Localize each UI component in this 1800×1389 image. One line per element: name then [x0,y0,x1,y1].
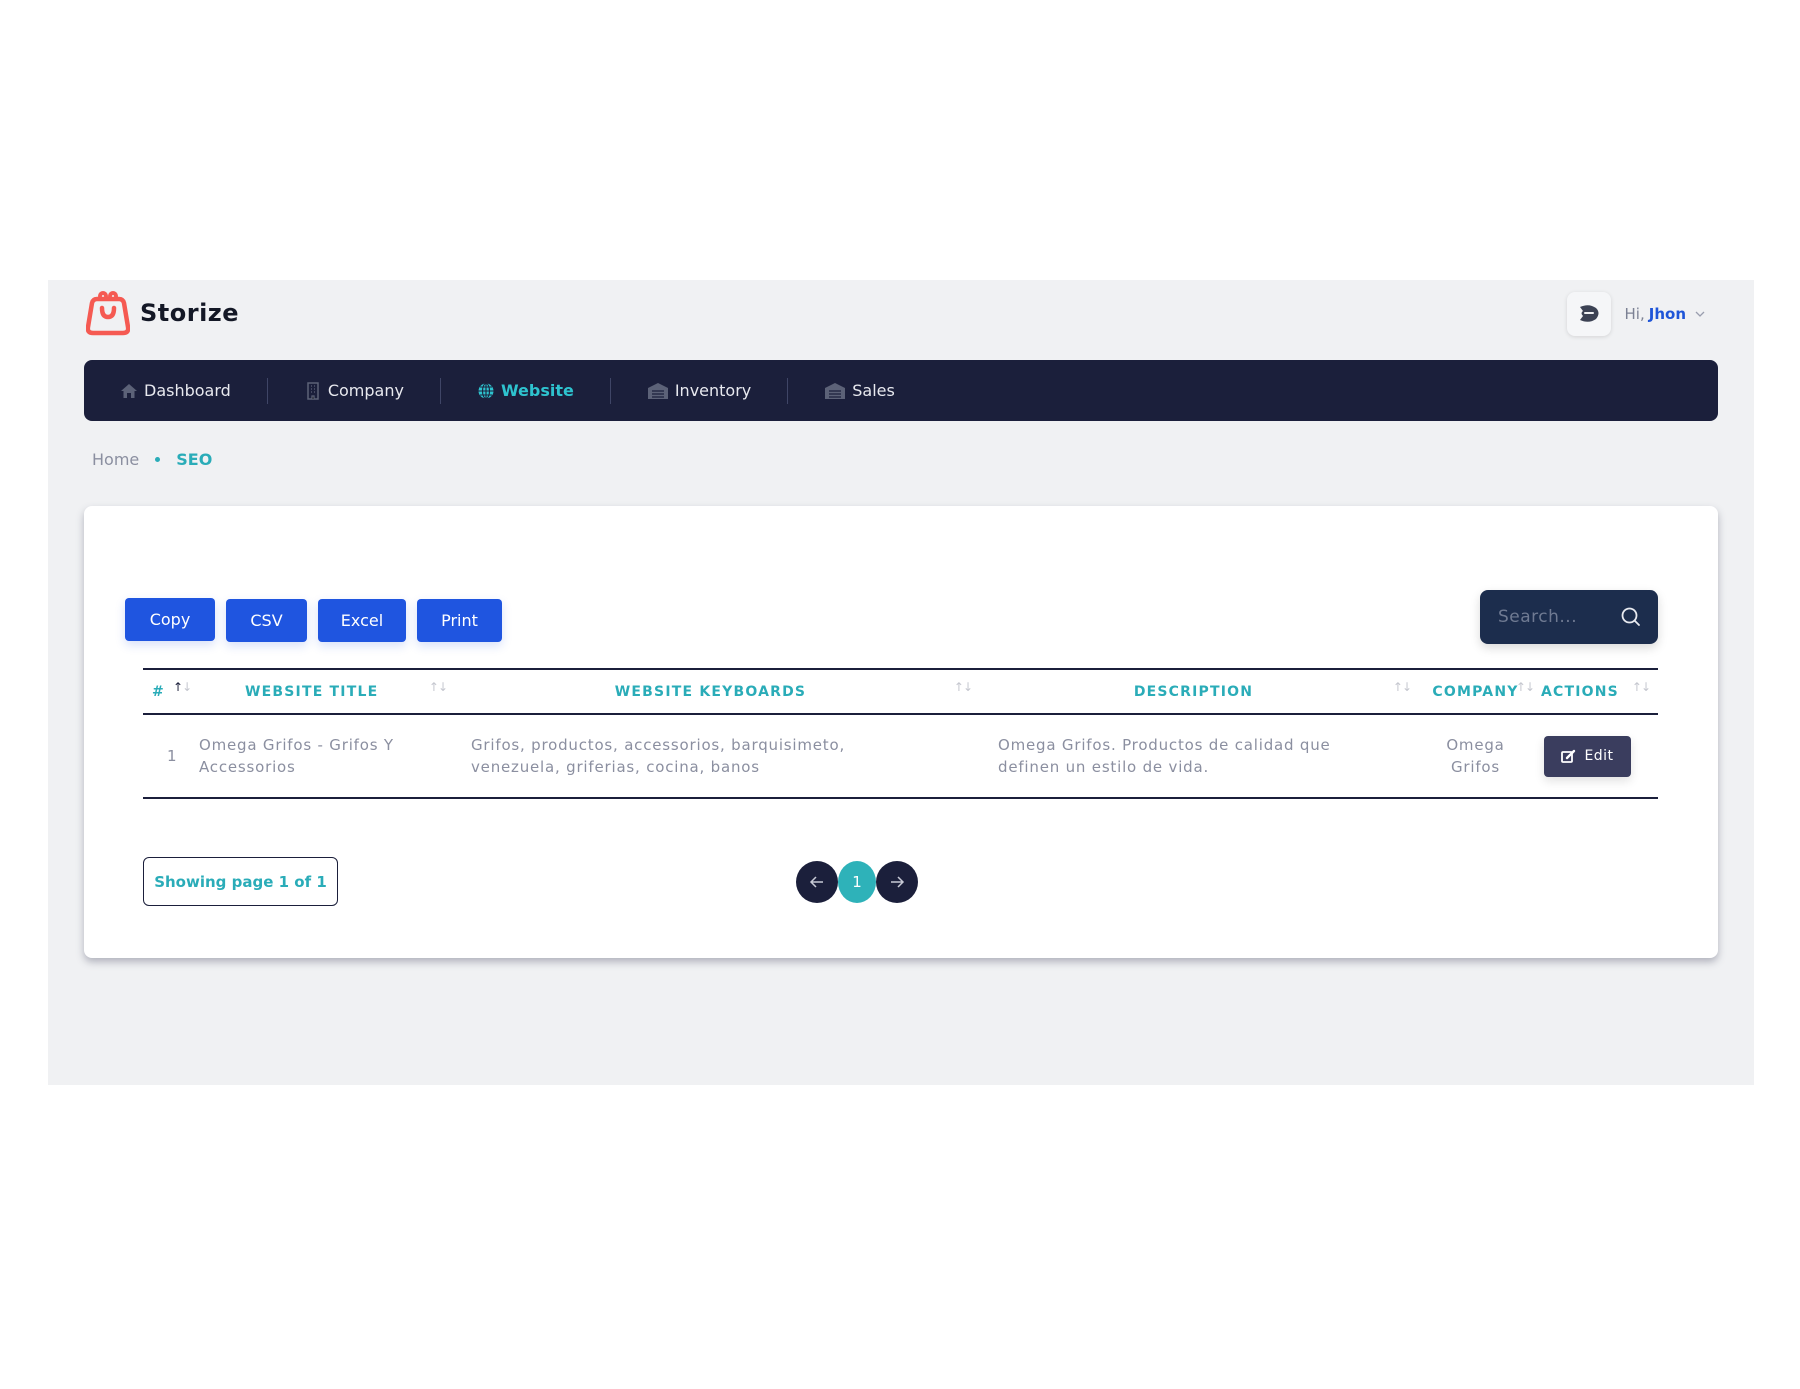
next-page-button[interactable] [876,861,918,903]
warehouse-icon [825,382,846,399]
nav-divider [609,377,611,404]
search-box [1480,590,1658,644]
nav-label: Sales [852,381,895,400]
column-header-actions[interactable]: ACTIONS ↑↓ [1538,668,1658,715]
column-header-website-keywords[interactable]: WEBSITE KEYBOARDS ↑↓ [447,668,974,715]
brand[interactable]: Storize [86,290,239,336]
sort-icon[interactable]: ↑↓ [173,680,192,694]
column-header-website-title[interactable]: WEBSITE TITLE ↑↓ [199,668,448,715]
cell-description: Omega Grifos. Productos de calidad que d… [974,714,1413,799]
breadcrumb: Home SEO [92,450,212,469]
nav-item-company[interactable]: Company [304,360,440,421]
sort-icon[interactable]: ↑↓ [1516,680,1535,694]
sort-icon[interactable]: ↑↓ [954,680,973,694]
cell-company: Omega Grifos [1413,714,1538,799]
nav-item-dashboard[interactable]: Dashboard [120,360,267,421]
user-menu[interactable]: Hi, Jhon [1566,292,1706,336]
sort-icon[interactable]: ↑↓ [1393,680,1412,694]
search-icon[interactable] [1620,606,1642,628]
copy-button[interactable]: Copy [125,598,215,641]
csv-button[interactable]: CSV [226,599,307,642]
cell-website-title: Omega Grifos - Grifos Y Accessorios [199,714,447,799]
nav-divider [439,377,441,404]
chevron-down-icon[interactable] [1694,308,1706,320]
cell-actions: Edit [1538,714,1658,799]
globe-icon [478,382,494,399]
avatar[interactable] [1566,292,1611,336]
nav-item-sales[interactable]: Sales [824,360,931,421]
seo-table: # ↑↓ WEBSITE TITLE ↑↓ WEBSITE KEYBOARDS … [143,668,1658,799]
cell-website-keywords: Grifos, productos, accessorios, barquisi… [447,714,974,799]
sort-icon[interactable]: ↑↓ [429,680,448,694]
breadcrumb-separator [155,457,161,462]
pagination: 1 [796,861,918,903]
sort-icon[interactable]: ↑↓ [1632,680,1651,694]
nav-divider [787,377,789,404]
nav-item-website[interactable]: Website [477,360,610,421]
arrow-left-icon [809,876,823,888]
excel-button[interactable]: Excel [318,599,406,642]
breadcrumb-home[interactable]: Home [92,450,139,469]
brand-name: Storize [140,299,240,327]
main-nav: Dashboard Company Website Inventory Sale… [84,360,1718,421]
table-row: 1 Omega Grifos - Grifos Y Accessorios Gr… [143,714,1658,799]
user-avatar-icon [1579,305,1599,322]
column-header-description[interactable]: DESCRIPTION ↑↓ [974,668,1413,715]
table-header-row: # ↑↓ WEBSITE TITLE ↑↓ WEBSITE KEYBOARDS … [143,668,1658,715]
nav-label: Dashboard [144,381,231,400]
previous-page-button[interactable] [796,861,838,903]
nav-label: Website [500,381,574,400]
app-container: Storize Hi, Jhon Dashboard Company Websi… [48,280,1754,1085]
nav-divider [266,377,268,404]
user-name[interactable]: Jhon [1649,305,1686,323]
nav-label: Inventory [674,381,752,400]
home-icon [121,383,137,398]
breadcrumb-current: SEO [176,450,213,469]
edit-icon [1561,749,1576,763]
edit-button[interactable]: Edit [1544,735,1631,777]
cell-index: 1 [143,714,199,799]
export-buttons: Copy CSV Excel Print [125,598,502,642]
page-info: Showing page 1 of 1 [143,857,338,906]
column-header-index[interactable]: # ↑↓ [143,668,199,715]
seo-table-card: Copy CSV Excel Print # ↑↓ WEBSITE TITLE … [84,506,1718,958]
print-button[interactable]: Print [417,599,502,642]
user-greeting: Hi, [1624,305,1645,323]
arrow-right-icon [891,876,905,888]
search-input[interactable] [1498,607,1620,627]
page-button-current[interactable]: 1 [838,861,876,903]
building-icon [307,381,319,400]
warehouse-icon [647,382,668,399]
nav-item-inventory[interactable]: Inventory [647,360,787,421]
column-header-company[interactable]: COMPANY ↑↓ [1413,668,1538,715]
nav-label: Company [327,381,404,400]
shopping-bag-logo-icon [86,291,130,336]
